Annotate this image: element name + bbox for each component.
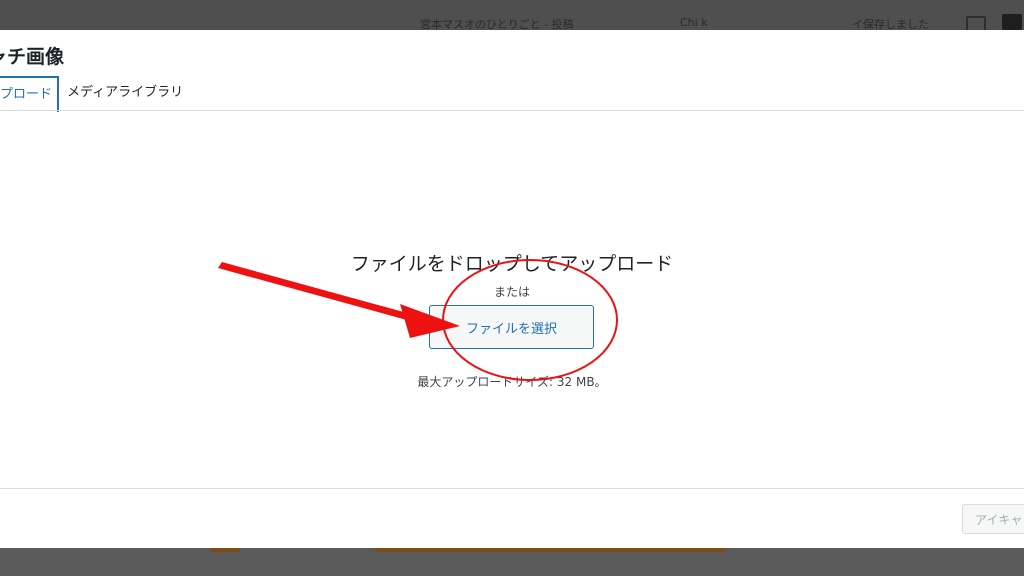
background-options-icon bbox=[1002, 14, 1022, 30]
background-image-strip bbox=[375, 548, 725, 552]
upload-drop-zone[interactable]: ファイルをドロップしてアップロード または ファイルを選択 最大アップロードサイ… bbox=[0, 111, 1024, 489]
background-status: Chi k bbox=[680, 16, 708, 29]
featured-image-modal: ャチ画像 プロード メディアライブラリ ファイルをドロップしてアップロード また… bbox=[0, 30, 1024, 548]
background-image-strip bbox=[210, 548, 240, 552]
or-separator: または bbox=[493, 285, 530, 299]
drop-instructions: ファイルをドロップしてアップロード bbox=[350, 253, 674, 275]
background-editor-topbar: 宮本マスオのひとりごと - 投稿 Chi k イ保存しました bbox=[0, 0, 1024, 33]
set-featured-image-button[interactable]: アイキャ bbox=[962, 504, 1024, 534]
modal-title: ャチ画像 bbox=[0, 46, 65, 68]
max-upload-size: 最大アップロードサイズ: 32 MB。 bbox=[417, 375, 607, 389]
tab-upload[interactable]: プロード bbox=[0, 76, 59, 112]
tab-media-library[interactable]: メディアライブラリ bbox=[67, 76, 183, 112]
select-files-button[interactable]: ファイルを選択 bbox=[429, 305, 594, 349]
background-editor-bottom bbox=[0, 548, 1024, 576]
footer-divider bbox=[0, 488, 1024, 489]
